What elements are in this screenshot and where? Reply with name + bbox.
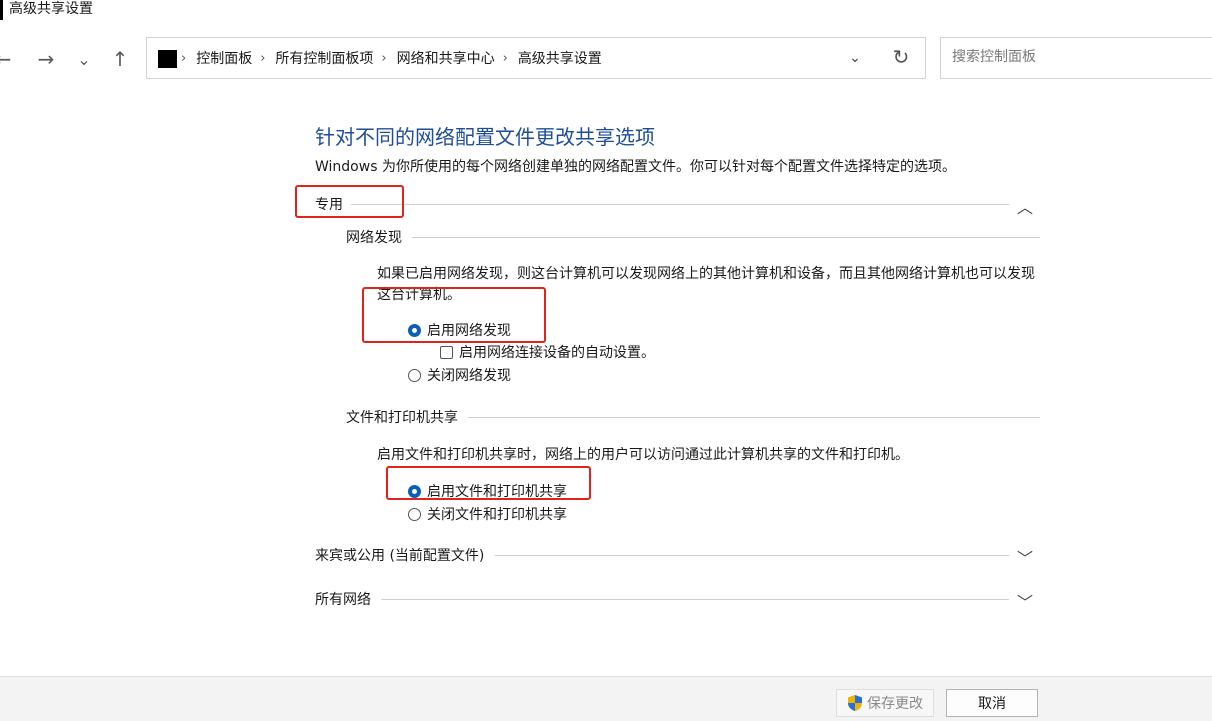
auto-setup-checkbox[interactable]	[440, 345, 453, 359]
search-box[interactable]	[940, 37, 1212, 79]
up-button[interactable]: ↑	[107, 45, 133, 73]
disable-network-discovery-label: 关闭网络发现	[427, 368, 511, 384]
disable-file-sharing-label: 关闭文件和打印机共享	[427, 507, 567, 523]
radio-unselected[interactable]	[408, 368, 421, 382]
save-changes-button[interactable]: 保存更改	[836, 689, 934, 717]
highlight-box	[362, 287, 546, 343]
shield-icon	[848, 695, 862, 711]
save-changes-label: 保存更改	[867, 696, 923, 712]
forward-button[interactable]: →	[33, 45, 59, 73]
address-bar[interactable]: › 控制面板 › 所有控制面板项 › 网络和共享中心 › 高级共享设置 ⌄ ↻	[146, 37, 926, 79]
control-panel-icon	[158, 50, 177, 68]
cancel-button[interactable]: 取消	[946, 689, 1038, 717]
address-dropdown-button[interactable]: ⌄	[843, 46, 867, 70]
network-discovery-header: 网络发现	[346, 227, 1040, 247]
section-divider	[495, 555, 1009, 556]
chevron-up-icon[interactable]: ︿	[1015, 194, 1035, 218]
radio-unselected[interactable]	[408, 507, 421, 521]
auto-setup-option[interactable]: 启用网络连接设备的自动设置。	[440, 342, 655, 362]
file-sharing-header: 文件和打印机共享	[346, 407, 1040, 427]
section-divider	[381, 599, 1009, 600]
guest-section-label: 来宾或公用 (当前配置文件)	[315, 545, 493, 565]
breadcrumb-control-panel[interactable]: 控制面板	[196, 48, 252, 68]
chevron-right-icon: ›	[381, 50, 387, 66]
breadcrumb: › 控制面板 › 所有控制面板项 › 网络和共享中心 › 高级共享设置	[181, 38, 602, 78]
chevron-right-icon: ›	[502, 50, 508, 66]
chevron-down-icon[interactable]: ﹀	[1015, 589, 1035, 613]
title-bar-accent	[0, 0, 3, 20]
page-title: 针对不同的网络配置文件更改共享选项	[315, 125, 655, 149]
private-section-header[interactable]: 专用 ︿	[315, 194, 1040, 217]
guest-section-header[interactable]: 来宾或公用 (当前配置文件) ﹀	[315, 545, 1040, 568]
window-title: 高级共享设置	[9, 1, 93, 17]
footer-bar: 保存更改 取消	[0, 676, 1212, 721]
disable-file-sharing-option[interactable]: 关闭文件和打印机共享	[408, 504, 567, 524]
chevron-down-icon[interactable]: ﹀	[1015, 545, 1035, 569]
all-networks-section-header[interactable]: 所有网络 ﹀	[315, 589, 1040, 612]
chevron-right-icon: ›	[260, 50, 266, 66]
file-sharing-description: 启用文件和打印机共享时，网络上的用户可以访问通过此计算机共享的文件和打印机。	[377, 447, 909, 463]
file-sharing-label: 文件和打印机共享	[346, 407, 468, 427]
disable-network-discovery-option[interactable]: 关闭网络发现	[408, 365, 511, 385]
page-description: Windows 为你所使用的每个网络创建单独的网络配置文件。你可以针对每个配置文…	[315, 159, 956, 175]
breadcrumb-network-center[interactable]: 网络和共享中心	[397, 48, 495, 68]
subsection-divider	[346, 237, 1040, 238]
breadcrumb-advanced-sharing[interactable]: 高级共享设置	[518, 48, 602, 68]
recent-locations-button[interactable]: ⌄	[71, 45, 97, 73]
chevron-right-icon: ›	[181, 50, 187, 66]
breadcrumb-all-items[interactable]: 所有控制面板项	[275, 48, 373, 68]
section-divider	[351, 204, 1009, 205]
network-discovery-label: 网络发现	[346, 227, 412, 247]
refresh-button[interactable]: ↻	[889, 45, 913, 69]
search-input[interactable]	[950, 48, 1204, 66]
highlight-box	[386, 466, 591, 500]
title-bar: 高级共享设置	[0, 0, 1212, 22]
all-networks-section-label: 所有网络	[315, 589, 379, 609]
back-button[interactable]: ←	[0, 45, 16, 73]
highlight-box	[295, 185, 404, 218]
auto-setup-label: 启用网络连接设备的自动设置。	[459, 345, 655, 361]
